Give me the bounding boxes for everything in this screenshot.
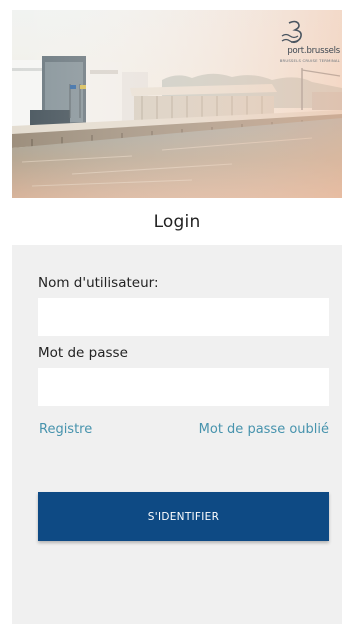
hero-photo: port.brussels BRUSSELS CRUISE TERMINAL [12, 10, 342, 198]
username-label: Nom d'utilisateur: [38, 275, 159, 291]
login-form: Nom d'utilisateur: Mot de passe Registre… [12, 245, 342, 624]
page-title: Login [153, 212, 201, 232]
brand-name: port.brussels [287, 46, 340, 56]
password-input[interactable] [38, 368, 329, 406]
login-screen: port.brussels BRUSSELS CRUISE TERMINAL L… [0, 0, 342, 624]
register-link[interactable]: Registre [39, 422, 92, 437]
forgot-password-link[interactable]: Mot de passe oublié [199, 422, 329, 437]
login-button[interactable]: S'IDENTIFIER [38, 492, 329, 541]
username-input[interactable] [38, 298, 329, 336]
password-label: Mot de passe [38, 345, 128, 361]
brand-logo: port.brussels BRUSSELS CRUISE TERMINAL [254, 20, 340, 66]
brand-wave-icon [281, 20, 302, 44]
brand-subtitle: BRUSSELS CRUISE TERMINAL [279, 58, 340, 63]
